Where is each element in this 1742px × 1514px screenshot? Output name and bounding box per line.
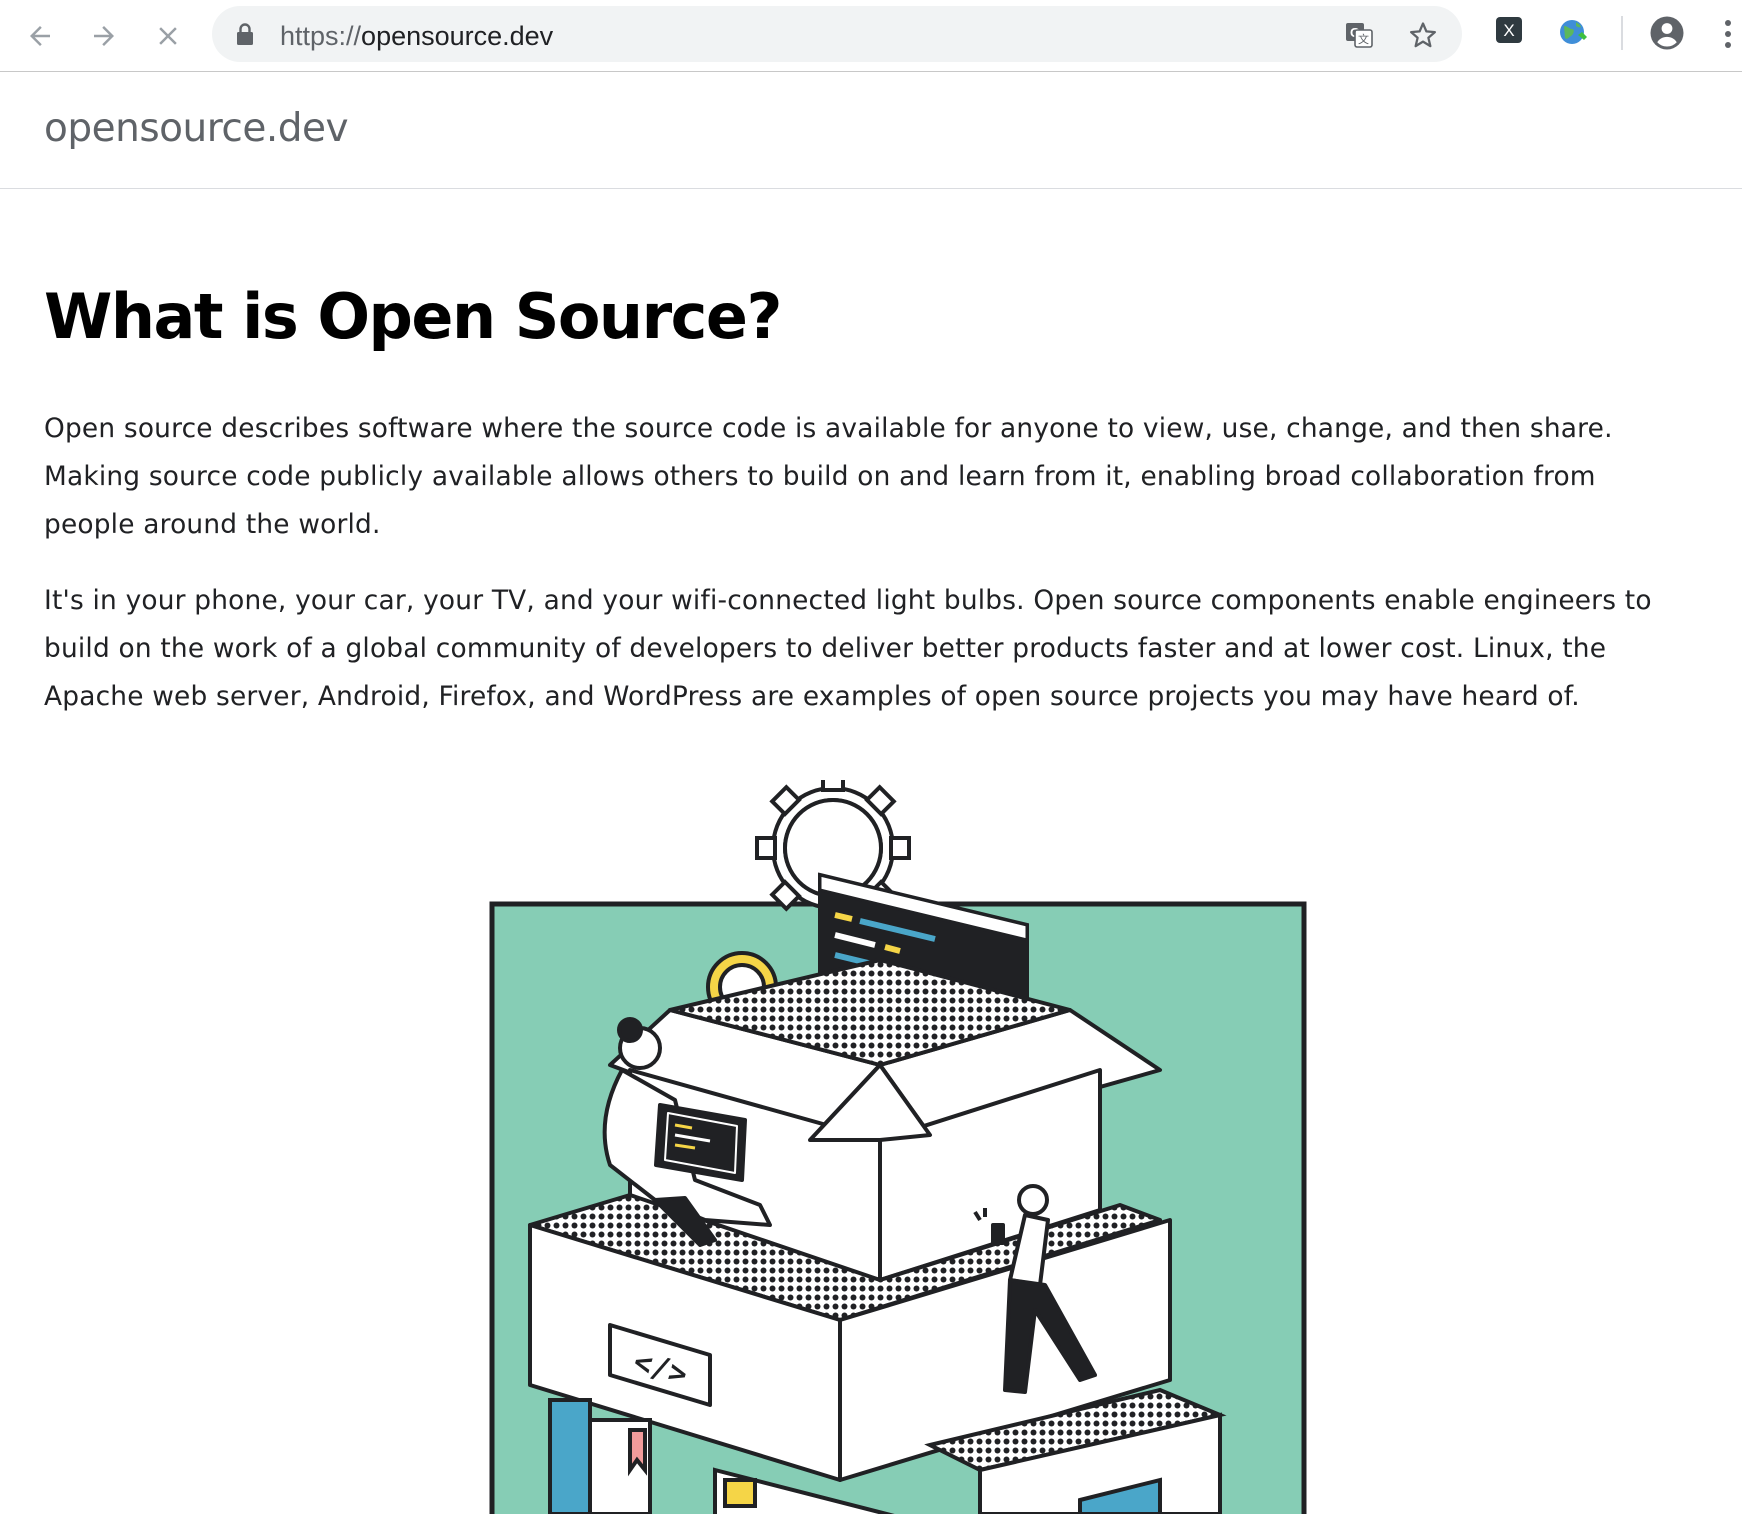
open-source-illustration: </> xyxy=(489,780,1307,1514)
toolbar-divider xyxy=(1621,16,1623,50)
arrow-right-icon xyxy=(94,26,114,46)
url-scheme: https:// xyxy=(280,21,362,51)
globe-extension-icon[interactable] xyxy=(1558,17,1590,47)
account-circle-icon[interactable] xyxy=(1649,15,1685,51)
url-host: opensource.dev xyxy=(361,21,554,51)
intro-paragraph: Open source describes software where the… xyxy=(44,413,1613,540)
arrow-left-icon xyxy=(30,26,50,46)
browser-toolbar: https://opensource.dev G 文 X xyxy=(0,0,1742,72)
site-header: opensource.dev xyxy=(0,72,1742,189)
star-icon[interactable] xyxy=(1408,20,1438,50)
close-icon xyxy=(159,27,177,45)
back-button[interactable] xyxy=(18,14,62,58)
svg-text:文: 文 xyxy=(1358,32,1369,46)
page-title: What is Open Source? xyxy=(44,280,782,353)
site-logo-link[interactable]: opensource.dev xyxy=(44,106,349,151)
examples-paragraph: It's in your phone, your car, your TV, a… xyxy=(44,585,1652,712)
kebab-menu-icon[interactable] xyxy=(1722,18,1734,50)
forward-button[interactable] xyxy=(82,14,126,58)
stop-loading-button[interactable] xyxy=(146,14,190,58)
svg-text:X: X xyxy=(1503,21,1514,40)
translate-icon[interactable]: G 文 xyxy=(1344,20,1374,50)
address-bar[interactable]: https://opensource.dev G 文 xyxy=(212,6,1462,62)
x-extension-icon[interactable]: X xyxy=(1496,17,1522,43)
url-text[interactable]: https://opensource.dev xyxy=(280,21,553,52)
lock-icon xyxy=(237,23,253,45)
